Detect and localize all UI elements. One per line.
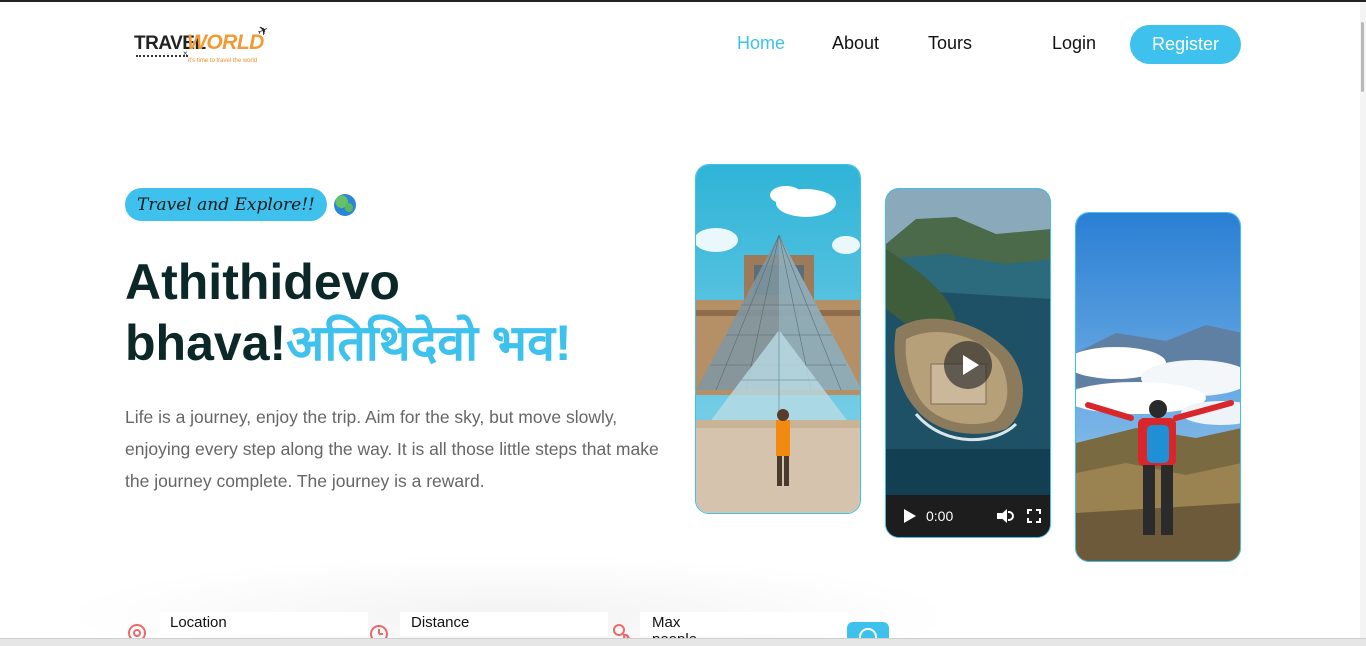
page-scrollbar[interactable] xyxy=(1360,2,1366,646)
hero-title-line1: Athithidevo xyxy=(125,254,400,310)
video-controls-bar: 0:00 xyxy=(886,495,1050,537)
hero-title-line2: bhava! xyxy=(125,315,287,371)
hero-title-highlight: अतिथिदेवो भव! xyxy=(286,315,572,371)
video-time: 0:00 xyxy=(926,508,954,524)
logo-tagline: it's time to travel the world xyxy=(188,58,258,64)
hero-image-hiker xyxy=(1075,212,1241,562)
logo-x-mark: × xyxy=(183,49,188,58)
os-taskbar-edge xyxy=(0,638,1366,646)
hero-description: Life is a journey, enjoy the trip. Aim f… xyxy=(125,407,659,491)
distance-label: Distance xyxy=(411,614,470,631)
hero-subtitle-row: Travel and Explore!! xyxy=(125,188,356,221)
hero-title: Athithidevo bhava!अतिथिदेवो भव! xyxy=(125,252,685,374)
hero-subtitle: Travel and Explore!! xyxy=(125,188,327,221)
fullscreen-icon[interactable] xyxy=(1027,509,1042,523)
login-button[interactable]: Login xyxy=(1052,33,1096,54)
register-button[interactable]: Register xyxy=(1130,25,1241,64)
scrollbar-thumb[interactable] xyxy=(1361,22,1364,92)
hero-video-card[interactable]: 0:00 xyxy=(885,188,1051,538)
location-label: Location xyxy=(170,614,227,631)
logo-dotted-line xyxy=(136,55,188,57)
logo-word-world: WORLD xyxy=(187,31,264,54)
nav-about[interactable]: About xyxy=(832,33,879,54)
globe-icon xyxy=(333,193,356,216)
video-play-overlay-button[interactable] xyxy=(944,341,992,389)
nav-home[interactable]: Home xyxy=(737,33,785,54)
volume-icon[interactable] xyxy=(997,509,1015,523)
nav-tours[interactable]: Tours xyxy=(928,33,972,54)
play-icon[interactable] xyxy=(904,509,916,523)
travel-world-logo[interactable]: TRAVEL WORLD ✈ × it's time to travel the… xyxy=(132,22,277,72)
hero-image-louvre xyxy=(695,164,861,514)
site-header: TRAVEL WORLD ✈ × it's time to travel the… xyxy=(0,2,1360,86)
